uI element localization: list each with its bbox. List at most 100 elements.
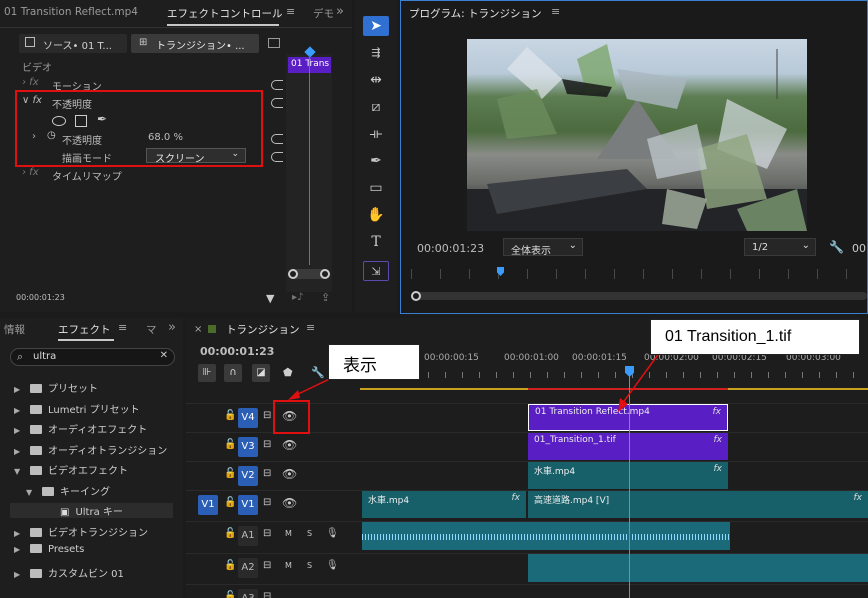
motion-reset-icon[interactable] <box>271 80 283 90</box>
lock-icon[interactable]: 🔓 <box>224 410 236 421</box>
lock-icon[interactable]: 🔓 <box>224 497 236 508</box>
time-remap-label[interactable]: タイムリマップ <box>52 168 122 183</box>
program-ruler[interactable] <box>411 269 867 279</box>
solo-button[interactable]: S <box>307 529 312 538</box>
effect-controls-tab[interactable]: エフェクトコントロール <box>167 6 283 21</box>
rectangle-tool-icon[interactable]: ▭ <box>363 178 389 198</box>
effects-bin-row[interactable]: ▶ Lumetri プリセット <box>14 401 140 416</box>
lock-icon[interactable]: 🔓 <box>224 591 236 598</box>
chevron-right-icon[interactable]: ▶ <box>14 385 24 394</box>
sync-lock-icon[interactable]: ⊟ <box>263 528 271 539</box>
timeline-menu-icon[interactable]: ≡ <box>306 321 315 334</box>
chevron-right-icon[interactable]: ▶ <box>14 529 24 538</box>
info-tab[interactable]: 情報 <box>4 322 25 337</box>
resolution-select[interactable]: 1/2 ⌄ <box>744 238 816 256</box>
source-tab[interactable]: 01 Transition Reflect.mp4 <box>4 6 138 18</box>
mute-button[interactable]: M <box>285 561 292 570</box>
zoom-select[interactable]: 全体表示 ⌄ <box>503 238 583 257</box>
effects-bin-row[interactable]: ▶ プリセット <box>14 380 98 395</box>
effects-bin-row[interactable]: ▶ Presets <box>14 544 84 555</box>
mute-button[interactable]: M <box>285 529 292 538</box>
lock-icon[interactable]: 🔓 <box>224 560 236 571</box>
audio-clip-a2[interactable] <box>528 554 868 582</box>
extra-tab[interactable]: デモ <box>313 6 335 21</box>
export-icon[interactable]: ⇪ <box>321 291 330 304</box>
chevron-right-icon[interactable]: ▶ <box>14 406 24 415</box>
slip-tool-icon[interactable]: ⟛ <box>363 124 389 144</box>
sync-lock-icon[interactable]: ⊟ <box>263 439 271 450</box>
effects-bin-row[interactable]: ▶ ビデオトランジション <box>14 524 148 539</box>
chevron-right-icon[interactable]: ▶ <box>14 545 24 554</box>
lock-icon[interactable]: 🔓 <box>224 468 236 479</box>
markers-tab[interactable]: マ <box>146 322 157 337</box>
timeline-timecode[interactable]: 00:00:01:23 <box>200 345 274 358</box>
chevron-down-icon[interactable]: ▼ <box>14 467 24 476</box>
source-chip[interactable]: ソース• 01 T... <box>19 34 127 53</box>
panel-layout-icon[interactable] <box>268 38 280 48</box>
program-timecode[interactable]: 00:00:01:23 <box>417 242 484 255</box>
effects-bin-row[interactable]: ▶ オーディオエフェクト <box>14 421 147 436</box>
blend-reset-icon[interactable] <box>271 152 283 162</box>
track-target-button[interactable]: A2 <box>238 558 258 578</box>
effects-bin-row[interactable]: ▼ キーイング <box>26 483 110 498</box>
timeline-clip[interactable]: 高速道路.mp4 [V] fx <box>528 491 868 518</box>
timeline-tab[interactable]: トランジション <box>226 322 300 337</box>
timeline-clip[interactable]: 水車.mp4 fx <box>362 491 526 518</box>
track-target-button[interactable]: A3 <box>238 589 258 598</box>
track-target-button[interactable]: V1 <box>238 495 258 515</box>
track-target-button[interactable]: A1 <box>238 526 258 546</box>
chevron-down-icon[interactable]: ▼ <box>26 488 36 497</box>
eye-icon[interactable]: 👁 <box>282 467 297 481</box>
overflow-icon[interactable]: » <box>336 4 344 19</box>
mini-scroll-bar[interactable] <box>288 269 330 279</box>
wrench-icon[interactable]: 🔧 <box>829 240 844 254</box>
lock-icon[interactable]: 🔓 <box>224 528 236 539</box>
filter-icon[interactable]: ▼ <box>266 292 274 305</box>
razor-tool-icon[interactable]: ⧄ <box>363 97 389 117</box>
effects-search[interactable]: ⌕ ultra ✕ <box>10 348 175 366</box>
timeline-clip[interactable]: 01_Transition_1.tif fx <box>528 433 728 460</box>
snap-icon[interactable]: ∩ <box>224 364 242 382</box>
program-scroll[interactable] <box>411 291 867 301</box>
opacity-reset-icon[interactable] <box>271 98 283 108</box>
microphone-icon[interactable]: 🎙 <box>326 528 339 539</box>
play-only-audio-icon[interactable]: ▸♪ <box>292 292 303 303</box>
sync-lock-icon[interactable]: ⊟ <box>263 468 271 479</box>
program-menu-icon[interactable]: ≡ <box>551 5 560 18</box>
linked-selection-icon[interactable]: ◪ <box>252 364 270 382</box>
track-target-button[interactable]: V2 <box>238 466 258 486</box>
insert-overwrite-icon[interactable]: ⊪ <box>198 364 216 382</box>
effect-controls-timecode[interactable]: 00:00:01:23 <box>16 293 65 302</box>
chevron-right-icon[interactable]: ▶ <box>14 426 24 435</box>
sync-lock-icon[interactable]: ⊟ <box>263 560 271 571</box>
opacity-prop-reset-icon[interactable] <box>271 134 283 144</box>
lock-icon[interactable]: 🔓 <box>224 439 236 450</box>
hand-tool-icon[interactable]: ✋ <box>363 205 389 225</box>
pen-tool-icon[interactable]: ✒ <box>363 151 389 171</box>
type-tool-icon[interactable]: T <box>363 232 389 252</box>
effects-bin-row[interactable]: ▶ カスタムビン 01 <box>14 565 124 580</box>
effect-controls-menu-icon[interactable]: ≡ <box>286 5 295 18</box>
effects-overflow-icon[interactable]: » <box>168 320 176 335</box>
eye-icon[interactable]: 👁 <box>282 438 297 452</box>
effects-bin-row[interactable]: ▣ Ultra キー <box>10 503 173 518</box>
ripple-edit-icon[interactable]: ⇹ <box>363 70 389 90</box>
sync-lock-icon[interactable]: ⊟ <box>263 410 271 421</box>
selection-tool-icon[interactable]: ➤ <box>363 16 389 36</box>
close-icon[interactable]: × <box>194 324 202 335</box>
source-patch-v1[interactable]: V1 <box>198 495 218 515</box>
effects-bin-row[interactable]: ▶ オーディオトランジション <box>14 442 167 457</box>
track-target-button[interactable]: V3 <box>238 437 258 457</box>
clear-search-icon[interactable]: ✕ <box>160 350 168 361</box>
timeline-clip[interactable]: 水車.mp4 fx <box>528 462 728 489</box>
solo-button[interactable]: S <box>307 561 312 570</box>
effects-tab[interactable]: エフェクト <box>58 322 111 337</box>
motion-tool-icon[interactable]: ⇲ <box>363 261 389 281</box>
track-target-button[interactable]: V4 <box>238 408 258 428</box>
chevron-right-icon[interactable]: ▶ <box>14 570 24 579</box>
microphone-icon[interactable]: 🎙 <box>326 560 339 571</box>
chevron-right-icon[interactable]: ▶ <box>14 447 24 456</box>
eye-icon[interactable]: 👁 <box>282 496 297 510</box>
track-select-icon[interactable]: ⇶ <box>363 43 389 63</box>
sync-lock-icon[interactable]: ⊟ <box>263 591 271 598</box>
